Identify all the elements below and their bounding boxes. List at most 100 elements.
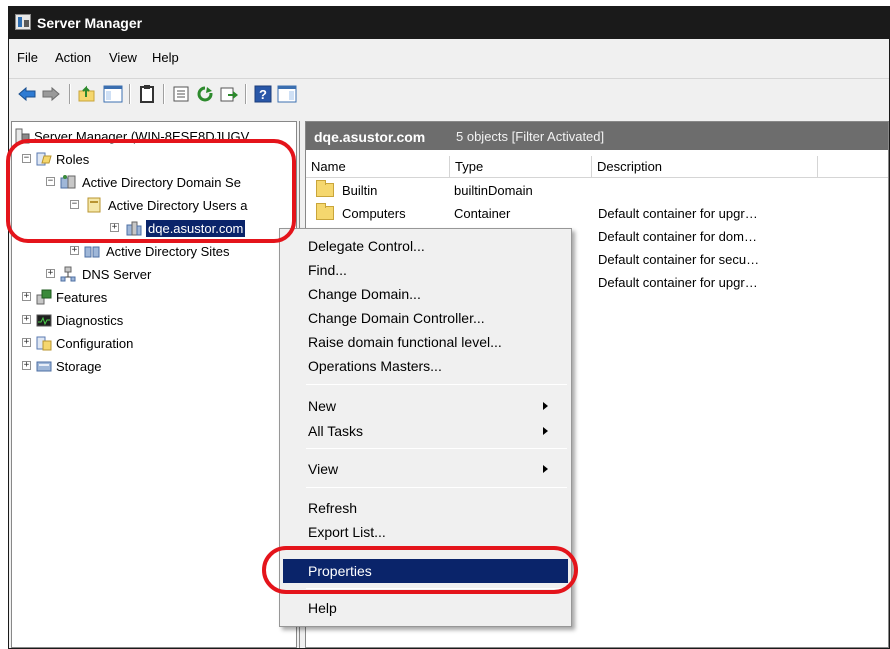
server-manager-icon xyxy=(15,14,31,30)
column-header-name[interactable]: Name xyxy=(306,156,450,178)
results-header: dqe.asustor.com 5 objects [Filter Activa… xyxy=(306,122,888,150)
tree-label: Features xyxy=(56,290,108,305)
menu-item-label: All Tasks xyxy=(308,423,363,439)
expand-icon[interactable]: + xyxy=(22,315,31,324)
results-object-count: 5 objects [Filter Activated] xyxy=(456,129,605,144)
ad-domain-services-icon xyxy=(60,175,76,189)
tree-label: Active Directory Domain Se xyxy=(82,175,241,190)
dns-server-icon xyxy=(60,266,76,282)
menu-item-view[interactable]: View xyxy=(283,457,568,481)
show-hide-tree-icon[interactable] xyxy=(103,84,123,104)
tree-label: Active Directory Sites xyxy=(106,244,230,259)
forward-icon[interactable] xyxy=(41,84,61,104)
menu-file[interactable]: File xyxy=(17,50,38,65)
folder-icon xyxy=(316,203,334,220)
menu-item-label: Delegate Control... xyxy=(308,238,425,254)
expand-icon[interactable]: + xyxy=(110,223,119,232)
submenu-arrow-icon xyxy=(543,465,548,473)
console-tree[interactable]: Server Manager (WIN-8ESE8DJUGV − Roles −… xyxy=(11,121,297,648)
menu-item-label: Help xyxy=(308,600,337,616)
menu-item-find[interactable]: Find... xyxy=(283,258,568,282)
help-icon[interactable]: ? xyxy=(253,84,273,104)
back-icon[interactable] xyxy=(17,84,37,104)
menu-separator xyxy=(306,588,567,589)
configuration-icon xyxy=(36,336,52,351)
menu-item-label: New xyxy=(308,398,337,414)
list-item-name: Computers xyxy=(342,206,406,221)
collapse-icon[interactable]: − xyxy=(46,177,55,186)
tree-label: Roles xyxy=(56,152,90,167)
list-item[interactable]: Builtin builtinDomain xyxy=(306,180,888,202)
context-menu: Delegate Control... Find... Change Domai… xyxy=(279,228,572,627)
window-title: Server Manager xyxy=(37,15,143,31)
list-item-description: Default container for dom… xyxy=(598,229,757,244)
menu-item-delegate-control[interactable]: Delegate Control... xyxy=(283,234,568,258)
tree-label: Diagnostics xyxy=(56,313,124,328)
menu-action[interactable]: Action xyxy=(55,50,91,65)
menu-item-raise-functional-level[interactable]: Raise domain functional level... xyxy=(283,330,568,354)
tree-label: Storage xyxy=(56,359,102,374)
menu-view[interactable]: View xyxy=(109,50,137,65)
refresh-icon[interactable] xyxy=(195,84,215,104)
tree-label: DNS Server xyxy=(82,267,152,282)
export-icon[interactable] xyxy=(219,84,239,104)
collapse-icon[interactable]: − xyxy=(22,154,31,163)
menu-item-operations-masters[interactable]: Operations Masters... xyxy=(283,354,568,378)
ad-users-computers-icon xyxy=(87,197,101,213)
menu-item-new[interactable]: New xyxy=(283,394,568,418)
roles-icon xyxy=(36,152,52,166)
menu-item-help[interactable]: Help xyxy=(283,596,568,620)
clipboard-icon[interactable] xyxy=(137,84,157,104)
expand-icon[interactable]: + xyxy=(70,246,79,255)
tree-label: Configuration xyxy=(56,336,134,351)
menu-item-label: Operations Masters... xyxy=(308,358,442,374)
submenu-arrow-icon xyxy=(543,402,548,410)
column-header-description[interactable]: Description xyxy=(592,156,818,178)
menu-item-refresh[interactable]: Refresh xyxy=(283,496,568,520)
menu-item-label: View xyxy=(308,461,339,477)
menu-separator xyxy=(306,384,567,385)
menu-item-label: Find... xyxy=(308,262,347,278)
expand-icon[interactable]: + xyxy=(22,292,31,301)
menu-item-export-list[interactable]: Export List... xyxy=(283,520,568,544)
column-header-type[interactable]: Type xyxy=(450,156,592,178)
list-item-description: Default container for upgr… xyxy=(598,275,758,290)
column-headers: Name Type Description xyxy=(306,156,888,178)
up-icon[interactable] xyxy=(77,84,97,104)
diagnostics-icon xyxy=(36,314,52,327)
menu-item-all-tasks[interactable]: All Tasks xyxy=(283,419,568,443)
menu-item-label: Raise domain functional level... xyxy=(308,334,502,350)
results-domain-title: dqe.asustor.com xyxy=(314,129,426,145)
expand-icon[interactable]: + xyxy=(46,269,55,278)
menu-separator xyxy=(306,549,567,550)
list-item-type: builtinDomain xyxy=(454,183,533,198)
expand-icon[interactable]: + xyxy=(22,338,31,347)
menu-item-label: Refresh xyxy=(308,500,358,516)
menu-item-label: Export List... xyxy=(308,524,386,540)
menu-separator xyxy=(306,448,567,449)
list-item[interactable]: Computers Container Default container fo… xyxy=(306,203,888,225)
ad-sites-icon xyxy=(84,246,100,258)
menu-item-change-domain-controller[interactable]: Change Domain Controller... xyxy=(283,306,568,330)
menu-item-properties[interactable]: Properties xyxy=(283,559,568,583)
show-hide-action-pane-icon[interactable] xyxy=(277,84,297,104)
menu-item-label: Change Domain Controller... xyxy=(308,310,485,326)
tree-label-selected: dqe.asustor.com xyxy=(146,220,246,237)
list-item-type: Container xyxy=(454,206,511,221)
tree-label: Server Manager (WIN-8ESE8DJUGV xyxy=(34,129,250,144)
menu-separator xyxy=(306,487,567,488)
collapse-icon[interactable]: − xyxy=(70,200,79,209)
menu-item-change-domain[interactable]: Change Domain... xyxy=(283,282,568,306)
menu-item-label: Change Domain... xyxy=(308,286,421,302)
properties-icon[interactable] xyxy=(171,84,191,104)
expand-icon[interactable]: + xyxy=(22,361,31,370)
submenu-arrow-icon xyxy=(543,427,548,435)
menu-help[interactable]: Help xyxy=(152,50,179,65)
features-icon xyxy=(36,289,52,305)
menu-bar: File Action View Help xyxy=(9,44,889,70)
list-item-description: Default container for upgr… xyxy=(598,206,758,221)
menu-item-label: Properties xyxy=(308,563,372,579)
folder-icon xyxy=(316,180,334,197)
title-bar: Server Manager xyxy=(9,7,889,39)
toolbar: ? xyxy=(9,78,889,108)
